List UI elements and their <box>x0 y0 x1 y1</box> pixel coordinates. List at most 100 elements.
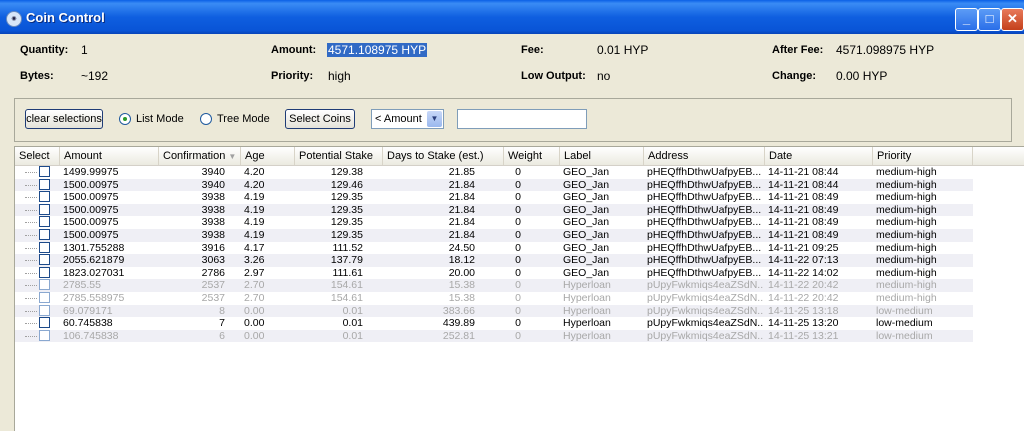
bytes-value[interactable]: ~192 <box>81 69 108 83</box>
window-title: Coin Control <box>26 10 105 25</box>
after-fee-value[interactable]: 4571.098975 HYP <box>836 43 934 57</box>
tree-line <box>25 184 37 186</box>
col-weight[interactable]: Weight <box>504 147 560 165</box>
cell-date: 14-11-25 13:18 <box>768 304 839 317</box>
table-row[interactable]: 1500.00975 3938 4.19 129.35 21.84 0 GEO_Jan pHE… <box>15 216 973 229</box>
table-row[interactable]: 106.745838 6 0.00 0.01 252.81 0 Hyperloan pUpyF… <box>15 329 973 343</box>
cell-amount: 2785.55 <box>63 279 101 292</box>
col-amount[interactable]: Amount <box>60 147 159 165</box>
chevron-down-icon[interactable]: ▼ <box>427 111 442 127</box>
col-select[interactable]: Select <box>15 147 60 165</box>
amount-filter-select[interactable]: < Amount ▼ <box>371 109 444 129</box>
col-priority[interactable]: Priority <box>873 147 973 165</box>
cell-weight: 0 <box>515 304 521 317</box>
tree-line <box>25 335 37 337</box>
list-mode-radio[interactable] <box>119 113 131 125</box>
col-label[interactable]: Label <box>560 147 644 165</box>
cell-date: 14-11-22 07:13 <box>768 254 839 267</box>
cell-weight: 0 <box>515 178 521 191</box>
cell-age: 4.19 <box>244 191 265 204</box>
table-row[interactable]: 1499.99975 3940 4.20 129.38 21.85 0 GEO_Jan pHE… <box>15 166 973 179</box>
maximize-button[interactable]: □ <box>978 8 1001 31</box>
row-checkbox[interactable] <box>39 241 50 253</box>
row-checkbox[interactable] <box>39 166 50 177</box>
table-row[interactable]: 1500.00975 3938 4.19 129.35 21.84 0 GEO_Jan pHE… <box>15 191 973 204</box>
row-checkbox[interactable] <box>39 216 50 228</box>
row-checkbox[interactable] <box>39 191 50 203</box>
cell-amount: 1500.00975 <box>63 216 119 229</box>
cell-stake: 0.01 <box>342 304 363 317</box>
cell-amount: 2055.621879 <box>63 254 125 267</box>
cell-conf: 2786 <box>201 266 225 279</box>
col-age[interactable]: Age <box>241 147 295 165</box>
cell-date: 14-11-21 08:49 <box>768 191 839 204</box>
row-checkbox[interactable] <box>39 329 50 341</box>
col-date[interactable]: Date <box>765 147 873 165</box>
amount-value[interactable]: 4571.108975 HYP <box>327 43 428 57</box>
row-checkbox[interactable] <box>39 178 50 190</box>
row-checkbox[interactable] <box>39 279 50 291</box>
minimize-button[interactable]: _ <box>955 8 978 31</box>
filter-input[interactable] <box>457 109 587 129</box>
tree-line <box>25 172 37 173</box>
select-coins-button[interactable]: Select Coins <box>285 109 355 129</box>
cell-stake: 129.35 <box>330 203 363 216</box>
cell-amount: 1500.00975 <box>63 178 119 191</box>
row-checkbox[interactable] <box>39 254 50 266</box>
fee-value[interactable]: 0.01 HYP <box>597 43 648 57</box>
change-value[interactable]: 0.00 HYP <box>836 69 887 83</box>
col-days-to-stake[interactable]: Days to Stake (est.) <box>383 147 504 165</box>
table-row[interactable]: 69.079171 8 0.00 0.01 383.66 0 Hyperloan pUpyFw… <box>15 304 973 318</box>
tree-mode-radio[interactable] <box>200 113 212 125</box>
cell-address: pHEQffhDthwUafpyEB... <box>647 266 762 279</box>
table-row[interactable]: 1500.00975 3938 4.19 129.35 21.84 0 GEO_Jan pHE… <box>15 229 973 242</box>
table-row[interactable]: 1500.00975 3940 4.20 129.46 21.84 0 GEO_Jan pHE… <box>15 178 973 192</box>
cell-amount: 1499.99975 <box>63 166 119 178</box>
cell-date: 14-11-25 13:21 <box>768 329 839 342</box>
low-output-value[interactable]: no <box>597 69 610 83</box>
cell-priority: medium-high <box>876 216 937 229</box>
cell-weight: 0 <box>515 166 521 178</box>
row-checkbox[interactable] <box>39 292 50 303</box>
cell-days: 21.85 <box>448 166 475 178</box>
cell-days: 15.38 <box>448 292 475 304</box>
table-row[interactable]: 1823.027031 2786 2.97 111.61 20.00 0 GEO_Jan pH… <box>15 266 973 280</box>
col-confirmations[interactable]: Confirmation ▼ <box>159 147 241 165</box>
cell-priority: low-medium <box>876 329 933 342</box>
cell-conf: 3940 <box>201 178 225 191</box>
cell-label: GEO_Jan <box>563 229 610 241</box>
cell-age: 0.00 <box>244 304 265 317</box>
quantity-value[interactable]: 1 <box>81 43 88 57</box>
title-bar[interactable]: ◉ Coin Control _ □ ✕ <box>0 0 1024 34</box>
row-checkbox[interactable] <box>39 266 50 278</box>
cell-stake: 154.61 <box>330 279 363 292</box>
table-row[interactable]: 2785.55 2537 2.70 154.61 15.38 0 Hyperloan pUpy… <box>15 279 973 292</box>
table-row[interactable]: 2055.621879 3063 3.26 137.79 18.12 0 GEO_Jan pH… <box>15 254 973 267</box>
table-row[interactable]: 2785.558975 2537 2.70 154.61 15.38 0 Hyperloan… <box>15 292 973 305</box>
cell-age: 4.17 <box>244 241 265 254</box>
table-row[interactable]: 60.745838 7 0.00 0.01 439.89 0 Hyperloan pUpyFw… <box>15 317 973 330</box>
cell-days: 15.38 <box>448 279 475 292</box>
clear-selections-button[interactable]: clear selections <box>25 109 103 129</box>
col-potential-stake[interactable]: Potential Stake <box>295 147 383 165</box>
table-row[interactable]: 1500.00975 3938 4.19 129.35 21.84 0 GEO_Jan pHE… <box>15 203 973 217</box>
close-button[interactable]: ✕ <box>1001 8 1024 31</box>
row-checkbox[interactable] <box>39 304 50 316</box>
tree-line <box>25 323 37 325</box>
cell-label: GEO_Jan <box>563 266 610 279</box>
priority-value[interactable]: high <box>328 69 351 83</box>
tree-mode-label[interactable]: Tree Mode <box>217 113 270 125</box>
cell-label: GEO_Jan <box>563 191 610 204</box>
list-mode-label[interactable]: List Mode <box>136 113 184 125</box>
col-address[interactable]: Address <box>644 147 765 165</box>
cell-days: 21.84 <box>448 191 475 204</box>
cell-priority: medium-high <box>876 178 937 191</box>
cell-stake: 111.52 <box>332 241 363 254</box>
row-checkbox[interactable] <box>39 203 50 215</box>
low-output-label: Low Output: <box>521 70 586 82</box>
cell-date: 14-11-22 20:42 <box>768 292 839 304</box>
table-row[interactable]: 1301.755288 3916 4.17 111.52 24.50 0 GEO_Jan pH… <box>15 241 973 255</box>
cell-weight: 0 <box>515 279 521 292</box>
row-checkbox[interactable] <box>39 317 50 329</box>
row-checkbox[interactable] <box>39 229 50 240</box>
